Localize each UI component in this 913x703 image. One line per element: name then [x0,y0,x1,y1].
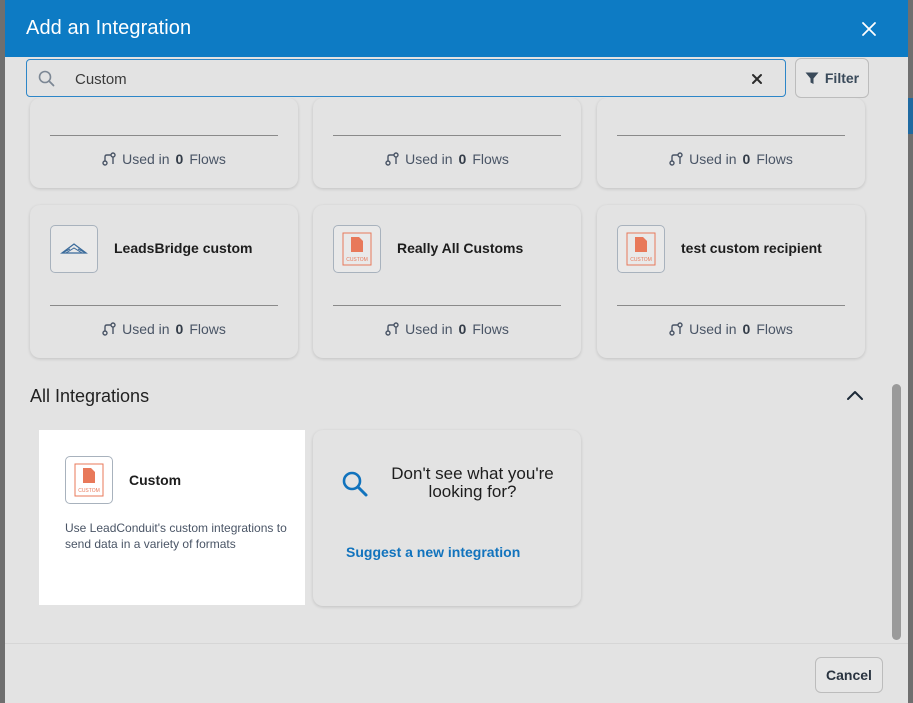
custom-icon-text: CUSTOM [78,488,100,494]
chevron-up-icon[interactable] [846,388,864,402]
leadsbridge-icon [60,243,88,254]
integration-name: Custom [129,472,182,488]
flow-icon [669,152,683,166]
integration-logo: CUSTOM [333,225,381,273]
integration-card[interactable]: Used in 0 Flows [597,98,865,188]
card-divider [617,305,845,306]
usage-suffix: Flows [472,321,509,337]
search-icon [342,471,368,497]
integration-name: LeadsBridge custom [114,240,253,256]
integration-name: Really All Customs [397,240,524,256]
suggest-integration-link[interactable]: Suggest a new integration [346,544,520,560]
usage-number: 0 [458,151,467,167]
custom-doc-icon: CUSTOM [74,463,104,497]
custom-doc-icon: CUSTOM [626,232,656,266]
suggest-integration-card: Don't see what you're looking for? Sugge… [313,430,581,606]
integration-card[interactable]: Used in 0 Flows [30,98,298,188]
card-divider [617,135,845,136]
usage-prefix: Used in [689,321,737,337]
modal-footer: Cancel [5,643,908,703]
flow-icon [102,152,116,166]
usage-number: 0 [742,151,751,167]
usage-count: Used in 0 Flows [313,321,581,337]
usage-count: Used in 0 Flows [313,151,581,167]
integration-card[interactable]: CUSTOM test custom recipient Used in 0 F… [597,205,865,358]
usage-prefix: Used in [122,321,170,337]
card-divider [50,305,278,306]
usage-suffix: Flows [756,151,793,167]
card-divider [333,305,561,306]
integration-logo: CUSTOM [65,456,113,504]
search-box [26,59,786,97]
usage-count: Used in 0 Flows [30,151,298,167]
modal-title: Add an Integration [26,17,192,39]
integration-name: test custom recipient [681,240,822,256]
integration-card[interactable]: Used in 0 Flows [313,98,581,188]
filter-icon [805,72,819,84]
flow-icon [385,322,399,336]
custom-integration-card[interactable]: CUSTOM Custom Use LeadConduit's custom i… [39,430,305,605]
search-icon [38,70,55,87]
cancel-button[interactable]: Cancel [815,657,883,693]
card-divider [50,135,278,136]
integration-logo [50,225,98,273]
section-title-all-integrations: All Integrations [30,386,150,406]
usage-number: 0 [742,321,751,337]
flow-icon [669,322,683,336]
integrations-scroll-area[interactable]: Used in 0 Flows Used in 0 Flows Used in … [5,98,908,643]
integration-card[interactable]: LeadsBridge custom Used in 0 Flows [30,205,298,358]
integration-card[interactable]: CUSTOM Really All Customs Used in 0 Flow… [313,205,581,358]
usage-number: 0 [175,321,184,337]
clear-search-icon[interactable] [750,72,764,86]
flow-icon [385,152,399,166]
usage-suffix: Flows [756,321,793,337]
usage-suffix: Flows [189,321,226,337]
integration-logo: CUSTOM [617,225,665,273]
usage-count: Used in 0 Flows [597,151,865,167]
close-icon [862,22,876,36]
usage-prefix: Used in [405,151,453,167]
integration-description: Use LeadConduit's custom integrations to… [65,521,287,551]
custom-icon-text: CUSTOM [346,257,368,263]
usage-suffix: Flows [189,151,226,167]
modal-header: Add an Integration [5,0,908,57]
usage-number: 0 [175,151,184,167]
search-row: Filter [26,58,869,98]
usage-number: 0 [458,321,467,337]
filter-label: Filter [824,70,860,86]
usage-count: Used in 0 Flows [30,321,298,337]
usage-count: Used in 0 Flows [597,321,865,337]
usage-prefix: Used in [405,321,453,337]
search-input[interactable] [75,68,715,90]
usage-prefix: Used in [122,151,170,167]
add-integration-modal: Add an Integration Filter [5,0,908,703]
card-divider [333,135,561,136]
usage-prefix: Used in [689,151,737,167]
close-button[interactable] [858,18,880,40]
usage-suffix: Flows [472,151,509,167]
scrollbar-thumb[interactable] [892,384,901,640]
flow-icon [102,322,116,336]
custom-icon-text: CUSTOM [630,257,652,263]
suggest-message: Don't see what you're looking for? [391,464,554,501]
custom-doc-icon: CUSTOM [342,232,372,266]
filter-button[interactable]: Filter [795,58,869,98]
